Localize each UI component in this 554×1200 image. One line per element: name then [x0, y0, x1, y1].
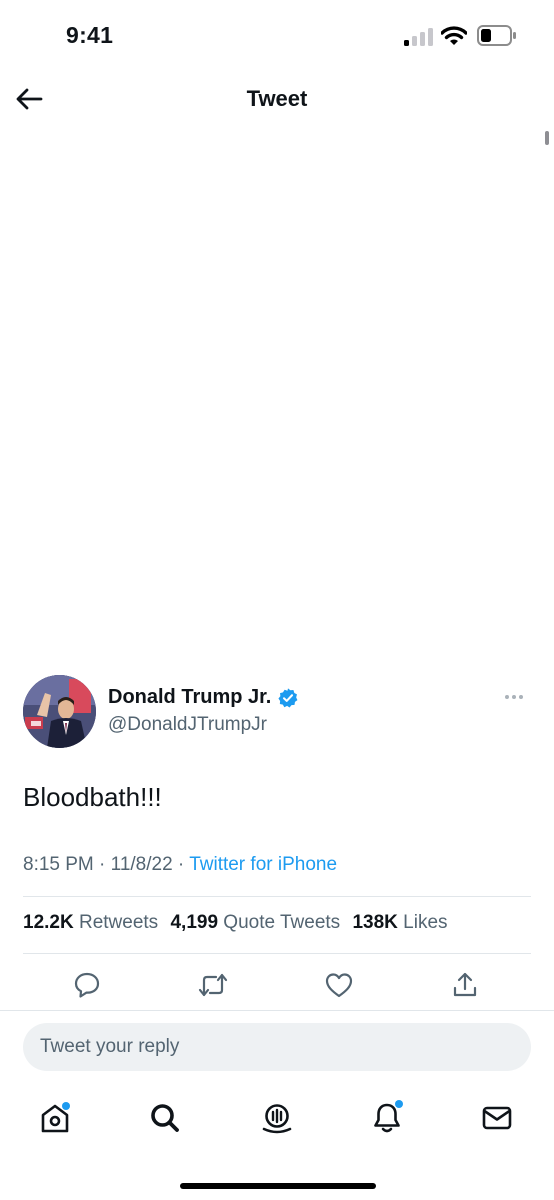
divider	[0, 1010, 554, 1011]
wifi-icon	[440, 25, 468, 47]
tweet-stats: 12.2K Retweets 4,199 Quote Tweets 138K L…	[23, 912, 448, 934]
verified-badge-icon	[278, 687, 298, 708]
notification-dot	[395, 1100, 403, 1108]
more-dots-icon	[505, 695, 509, 699]
tweet-media-area	[0, 150, 554, 655]
retweet-button[interactable]	[197, 969, 229, 1001]
page-title: Tweet	[246, 86, 308, 111]
top-navigation: Tweet	[0, 70, 554, 130]
author-display-name[interactable]: Donald Trump Jr.	[108, 686, 299, 709]
bottom-tab-bar	[0, 1090, 554, 1150]
tweet-time: 8:15 PM	[23, 854, 94, 875]
share-button[interactable]	[449, 969, 481, 1001]
tweet-source-link[interactable]: Twitter for iPhone	[189, 854, 337, 875]
retweets-stat[interactable]: 12.2K Retweets	[23, 912, 158, 933]
like-button[interactable]	[323, 969, 355, 1001]
tab-home[interactable]	[35, 1098, 75, 1138]
tab-spaces[interactable]	[257, 1098, 297, 1138]
spaces-icon	[262, 1104, 292, 1134]
notification-dot	[62, 1102, 70, 1110]
likes-label: Likes	[403, 912, 448, 933]
retweets-count: 12.2K	[23, 912, 74, 933]
tab-notifications[interactable]	[367, 1098, 407, 1138]
reply-input[interactable]: Tweet your reply	[23, 1023, 531, 1071]
tab-search[interactable]	[145, 1098, 185, 1138]
reply-icon	[74, 972, 100, 998]
battery-icon	[477, 25, 517, 46]
avatar[interactable]	[23, 675, 96, 748]
divider	[23, 953, 531, 954]
meta-separator: ·	[99, 854, 106, 875]
reply-button[interactable]	[71, 969, 103, 1001]
meta-separator: ·	[177, 854, 185, 875]
retweets-label: Retweets	[78, 912, 159, 933]
status-time: 9:41	[66, 22, 114, 48]
retweet-icon	[198, 973, 228, 997]
tweet-date: 11/8/22	[110, 854, 173, 875]
scroll-indicator[interactable]	[545, 131, 549, 145]
author-name-text: Donald Trump Jr.	[108, 686, 272, 708]
quotes-count: 4,199	[170, 912, 219, 933]
likes-stat[interactable]: 138K Likes	[352, 912, 447, 933]
divider	[23, 896, 531, 897]
likes-count: 138K	[352, 912, 398, 933]
home-indicator[interactable]	[180, 1183, 376, 1189]
messages-icon	[482, 1106, 512, 1130]
more-options-button[interactable]	[505, 690, 531, 704]
quote-tweets-stat[interactable]: 4,199 Quote Tweets	[170, 912, 340, 933]
tab-messages[interactable]	[477, 1098, 517, 1138]
search-icon	[151, 1104, 179, 1132]
cellular-signal-icon	[404, 28, 434, 46]
like-icon	[325, 973, 353, 998]
author-handle[interactable]: @DonaldJTrumpJr	[108, 714, 267, 736]
tweet-actions	[0, 965, 554, 1005]
tweet-meta: 8:15 PM · 11/8/22 · Twitter for iPhone	[23, 854, 337, 876]
tweet-text: Bloodbath!!!	[23, 782, 162, 812]
reply-placeholder: Tweet your reply	[40, 1036, 180, 1057]
quotes-label: Quote Tweets	[223, 912, 341, 933]
share-icon	[453, 972, 477, 997]
status-bar: 9:41	[0, 0, 554, 70]
